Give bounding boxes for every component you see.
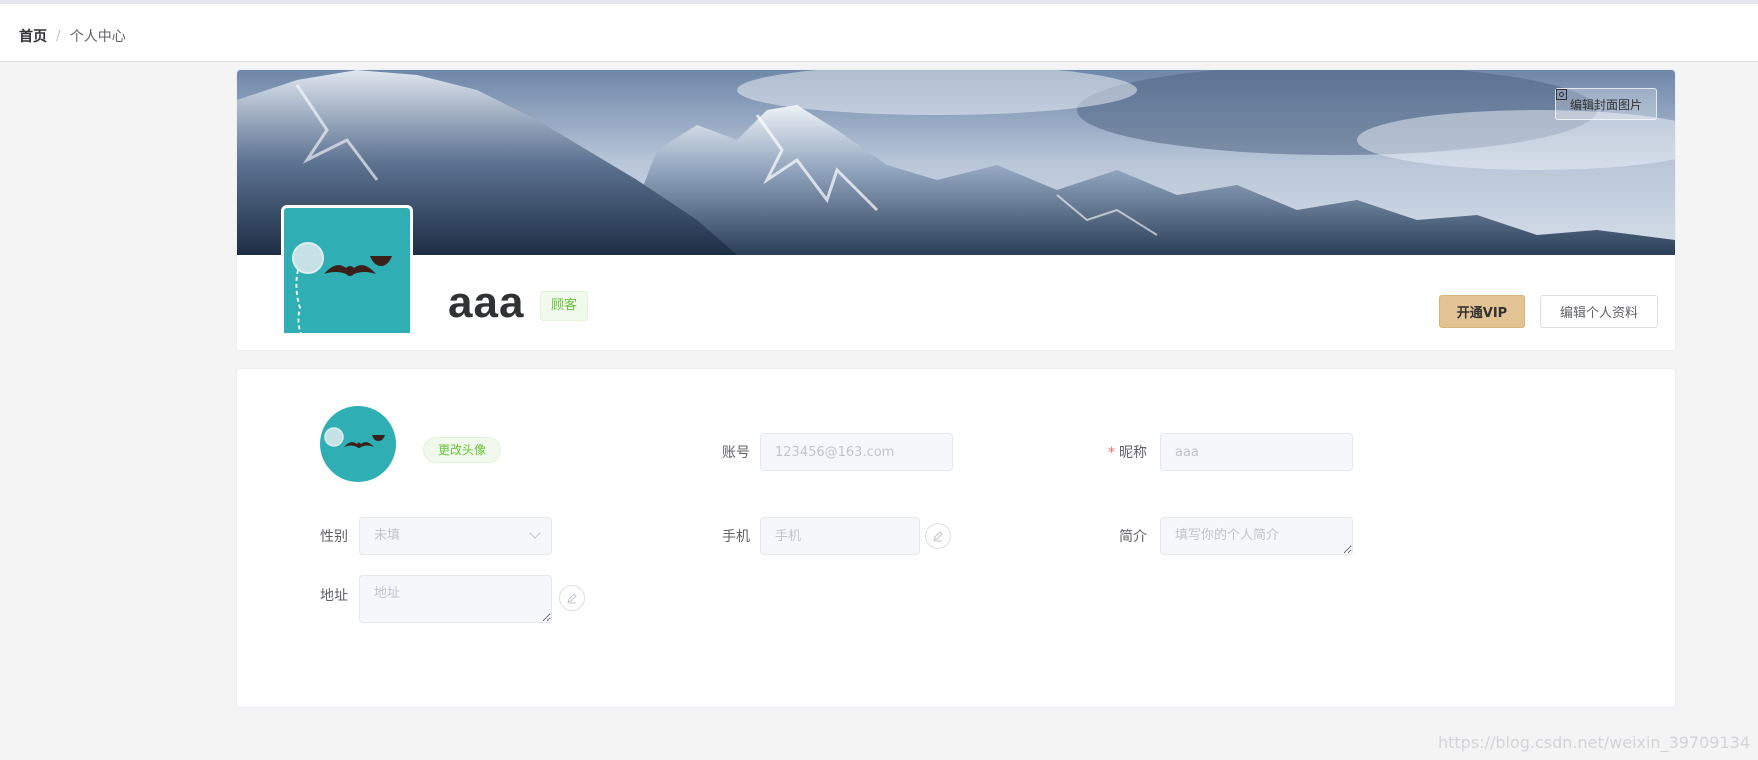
gender-select[interactable]: 未填 xyxy=(359,517,552,555)
change-avatar-button[interactable]: 更改头像 xyxy=(423,437,502,463)
nickname-input[interactable] xyxy=(1160,433,1353,471)
gender-label: 性别 xyxy=(320,529,348,545)
nickname-label-text: 昵称 xyxy=(1119,445,1147,461)
monocle-mustache-avatar-icon xyxy=(324,427,385,448)
bio-label: 简介 xyxy=(1119,529,1147,545)
profile-avatar[interactable] xyxy=(281,205,413,333)
edit-profile-button[interactable]: 编辑个人资料 xyxy=(1540,295,1658,328)
address-label: 地址 xyxy=(320,588,348,604)
mountain-cover-illustration xyxy=(237,70,1675,255)
required-mark: * xyxy=(1108,445,1115,461)
image-icon xyxy=(1555,89,1567,100)
account-label: 账号 xyxy=(722,445,750,461)
open-vip-button[interactable]: 开通VIP xyxy=(1439,295,1525,328)
breadcrumb-separator: / xyxy=(56,28,61,44)
role-tag: 顾客 xyxy=(540,291,589,321)
edit-phone-button[interactable] xyxy=(925,523,951,549)
account-input[interactable] xyxy=(760,433,953,471)
nickname-label: * 昵称 xyxy=(1097,442,1147,462)
edit-cover-button[interactable]: 编辑封面图片 xyxy=(1554,88,1657,120)
bio-textarea[interactable] xyxy=(1160,517,1353,555)
cover-image: 编辑封面图片 xyxy=(237,70,1675,255)
chevron-down-icon xyxy=(529,527,541,539)
breadcrumb: 首页 / 个人中心 xyxy=(19,26,126,46)
gender-select-value: 未填 xyxy=(374,528,401,543)
phone-input[interactable] xyxy=(760,517,920,555)
pencil-icon xyxy=(567,593,577,604)
top-bar: 首页 / 个人中心 xyxy=(0,0,1758,62)
monocle-mustache-avatar-icon xyxy=(292,242,392,333)
form-avatar[interactable] xyxy=(320,406,396,482)
breadcrumb-current: 个人中心 xyxy=(69,29,126,45)
phone-label: 手机 xyxy=(722,529,750,545)
profile-username: aaa xyxy=(448,278,525,327)
watermark: https://blog.csdn.net/weixin_39709134 xyxy=(1437,733,1750,752)
address-textarea[interactable] xyxy=(359,575,552,623)
pencil-icon xyxy=(933,531,943,542)
breadcrumb-home-link[interactable]: 首页 xyxy=(19,26,47,46)
profile-form-card: 更改头像 账号 *昵称 性别 未填 手机 简介 地址 xyxy=(236,368,1676,708)
edit-address-button[interactable] xyxy=(559,585,585,611)
profile-header-card: 编辑封面图片 aaa 顾客 开通VIP 编辑个人资料 xyxy=(236,69,1676,351)
edit-cover-label: 编辑封面图片 xyxy=(1569,97,1642,112)
